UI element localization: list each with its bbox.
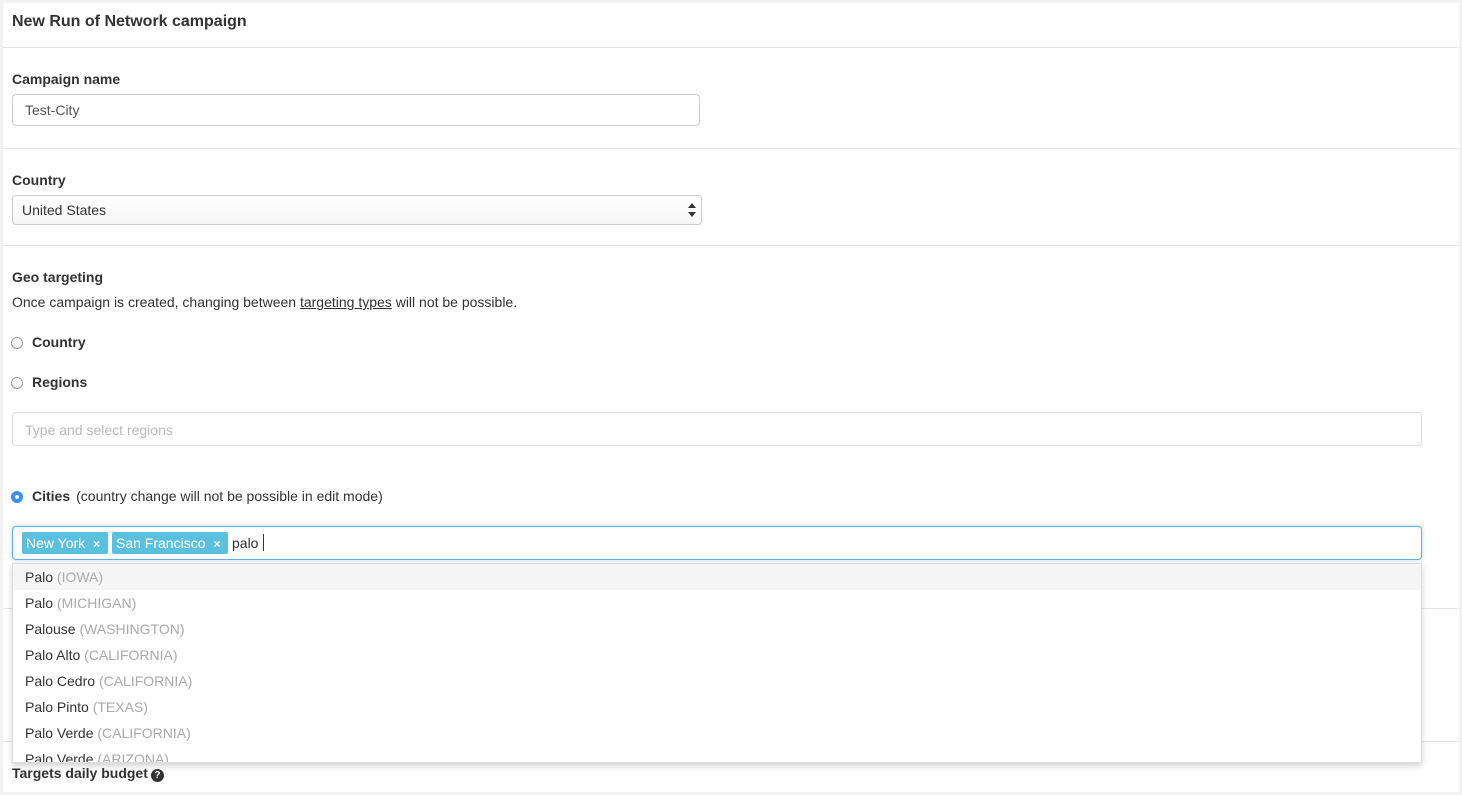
suggestion-item[interactable]: Palo Cedro (CALIFORNIA)	[13, 668, 1421, 694]
suggestion-city: Palo Cedro	[25, 673, 96, 689]
suggestion-region: (IOWA)	[56, 569, 104, 585]
radio-button-country[interactable]	[11, 337, 23, 349]
country-select[interactable]: United States	[12, 195, 702, 225]
help-text-suffix: will not be possible.	[391, 294, 518, 310]
geo-targeting-help: Once campaign is created, changing betwe…	[12, 294, 517, 310]
suggestion-region: (WASHINGTON)	[79, 621, 185, 637]
suggestion-city: Palouse	[25, 621, 76, 637]
campaign-name-input[interactable]	[12, 94, 700, 126]
radio-button-regions[interactable]	[11, 377, 23, 389]
targets-daily-budget-label: Targets daily budget?	[12, 765, 164, 782]
country-select-value: United States	[22, 202, 107, 218]
suggestion-item[interactable]: Palo Verde (ARIZONA)	[13, 746, 1421, 763]
suggestion-city: Palo	[25, 569, 54, 585]
suggestion-city: Palo	[25, 595, 54, 611]
suggestion-city: Palo Verde	[25, 725, 94, 741]
suggestion-region: (TEXAS)	[92, 699, 148, 715]
suggestion-region: (ARIZONA)	[97, 751, 169, 763]
city-tag-label: San Francisco	[116, 535, 206, 551]
radio-label-regions: Regions	[32, 374, 88, 390]
question-circle-icon[interactable]: ?	[150, 769, 164, 782]
city-tag-label: New York	[26, 535, 86, 551]
campaign-form-panel: New Run of Network campaign Campaign nam…	[3, 3, 1459, 792]
panel-header: New Run of Network campaign	[3, 3, 1459, 48]
suggestion-city: Palo Alto	[25, 647, 81, 663]
radio-label-cities-wrap: Cities (country change will not be possib…	[32, 488, 383, 504]
text-caret	[263, 534, 264, 551]
page-title: New Run of Network campaign	[12, 13, 247, 30]
city-suggestions-dropdown: Palo (IOWA) Palo (MICHIGAN) Palouse (WAS…	[12, 563, 1422, 763]
budget-label-text: Targets daily budget	[12, 765, 148, 781]
cities-note: (country change will not be possible in …	[76, 488, 383, 504]
cities-query-text: palo	[232, 535, 259, 551]
radio-button-cities[interactable]	[11, 491, 23, 503]
suggestion-item[interactable]: Palo Verde (CALIFORNIA)	[13, 720, 1421, 746]
select-arrows-icon	[688, 203, 696, 217]
radio-label-country: Country	[32, 334, 86, 350]
suggestion-region: (CALIFORNIA)	[97, 725, 191, 741]
divider	[3, 148, 1459, 149]
suggestion-item[interactable]: Palo Pinto (TEXAS)	[13, 694, 1421, 720]
regions-input[interactable]: Type and select regions	[12, 412, 1422, 446]
remove-tag-icon[interactable]: ×	[213, 533, 220, 555]
regions-placeholder: Type and select regions	[25, 422, 173, 438]
suggestion-region: (CALIFORNIA)	[98, 673, 193, 689]
help-text-prefix: Once campaign is created, changing betwe…	[12, 294, 300, 310]
suggestion-city: Palo Pinto	[25, 699, 89, 715]
suggestion-item[interactable]: Palo (IOWA)	[13, 564, 1421, 590]
suggestion-item[interactable]: Palouse (WASHINGTON)	[13, 616, 1421, 642]
suggestion-item[interactable]: Palo (MICHIGAN)	[13, 590, 1421, 616]
campaign-name-label: Campaign name	[12, 71, 121, 87]
cities-input[interactable]: New York × San Francisco × palo	[12, 526, 1422, 560]
targeting-types-link[interactable]: targeting types	[300, 294, 392, 310]
suggestion-item[interactable]: Palo Alto (CALIFORNIA)	[13, 642, 1421, 668]
suggestion-city: Palo Verde	[25, 751, 94, 763]
country-label: Country	[12, 172, 66, 188]
radio-label-cities: Cities	[32, 488, 71, 504]
city-tag: San Francisco ×	[112, 532, 228, 554]
geo-targeting-label: Geo targeting	[12, 269, 104, 285]
city-tag: New York ×	[22, 532, 108, 554]
divider	[3, 245, 1459, 246]
suggestion-region: (MICHIGAN)	[56, 595, 137, 611]
remove-tag-icon[interactable]: ×	[93, 533, 100, 555]
suggestion-region: (CALIFORNIA)	[84, 647, 178, 663]
